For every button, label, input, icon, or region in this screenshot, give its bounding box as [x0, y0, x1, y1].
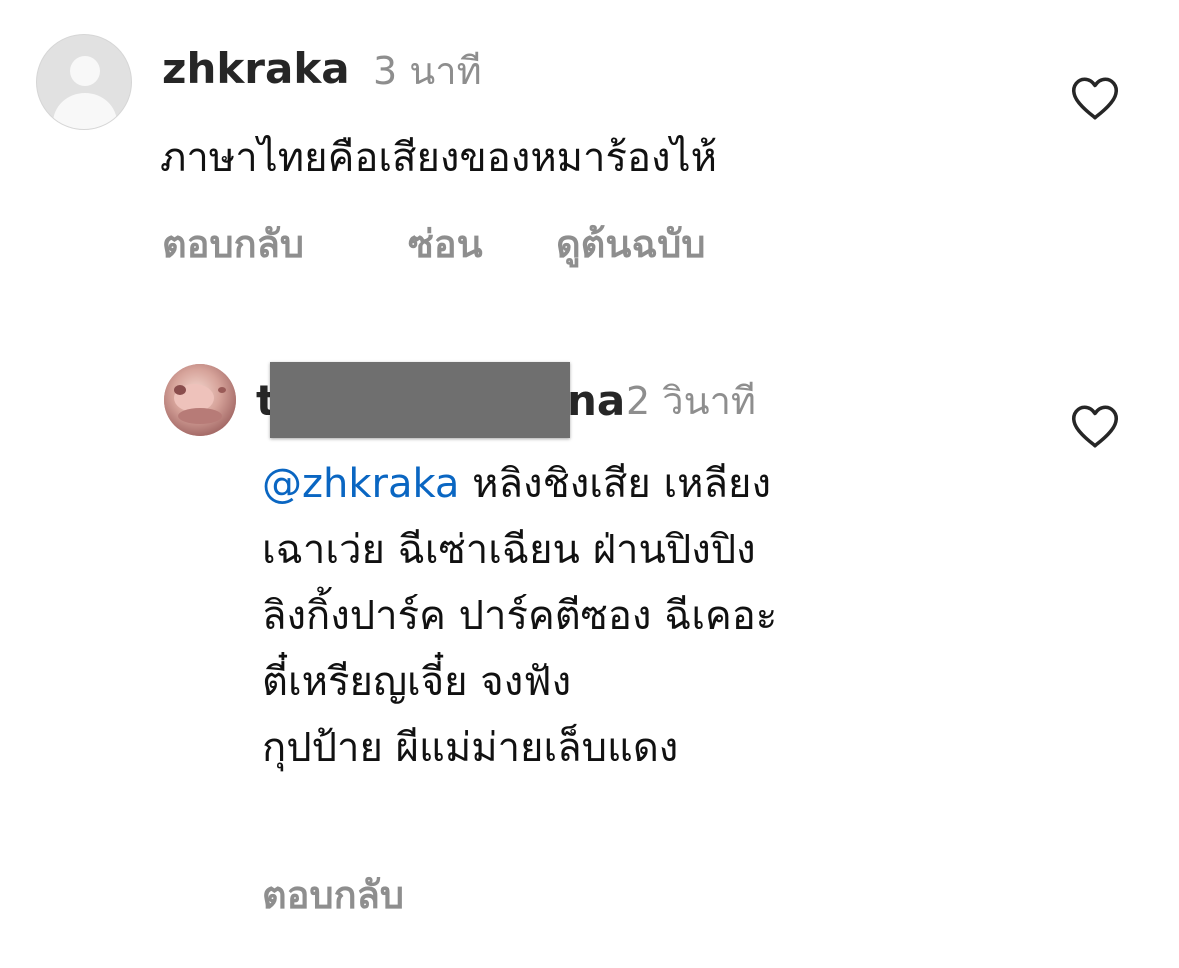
- reply-line-4: ตี๋เหรียญเจี๋ย จงฟัง: [262, 659, 572, 705]
- reply-button[interactable]: ตอบกลับ: [262, 870, 404, 920]
- comment-text: ภาษาไทยคือเสียงของหมาร้องไห้: [160, 135, 718, 181]
- reply-text: @zhkraka หลิงชิงเสีย เหลียง เฉาเว่ย ฉีเซ…: [262, 454, 777, 784]
- reply-line-3: ลิงกิ้งปาร์ค ปาร์คตีซอง ฉีเคอะ: [262, 593, 778, 639]
- redacted-username-block: [270, 362, 570, 438]
- reply-line-1: @zhkraka หลิงชิงเสีย เหลียง: [262, 454, 777, 520]
- avatar-reply-user[interactable]: [164, 364, 236, 436]
- reply-timestamp: 2 วินาที: [626, 379, 756, 423]
- see-original-button[interactable]: ดูต้นฉบับ: [556, 219, 705, 269]
- reply-username-suffix[interactable]: na: [567, 376, 625, 426]
- hide-button[interactable]: ซ่อน: [408, 219, 483, 269]
- comment-timestamp: 3 นาที: [373, 49, 482, 93]
- default-avatar-body: [53, 93, 117, 129]
- comment-username[interactable]: zhkraka: [162, 44, 350, 94]
- avatar-zhkraka[interactable]: [36, 34, 132, 130]
- default-avatar-head: [70, 56, 100, 86]
- mention-link[interactable]: @zhkraka: [262, 461, 459, 507]
- reply-line-1-text: หลิงชิงเสีย เหลียง: [472, 461, 772, 507]
- avatar-photo-image: [164, 364, 236, 436]
- heart-outline-icon[interactable]: [1070, 404, 1120, 450]
- reply-line-5: กุปป้าย ผีแม่ม่ายเล็บแดง: [262, 725, 679, 771]
- reply-button[interactable]: ตอบกลับ: [162, 219, 304, 269]
- heart-outline-icon[interactable]: [1070, 76, 1120, 122]
- reply-line-2: เฉาเว่ย ฉีเซ่าเฉียน ฝ่านปิงปิง: [262, 527, 756, 573]
